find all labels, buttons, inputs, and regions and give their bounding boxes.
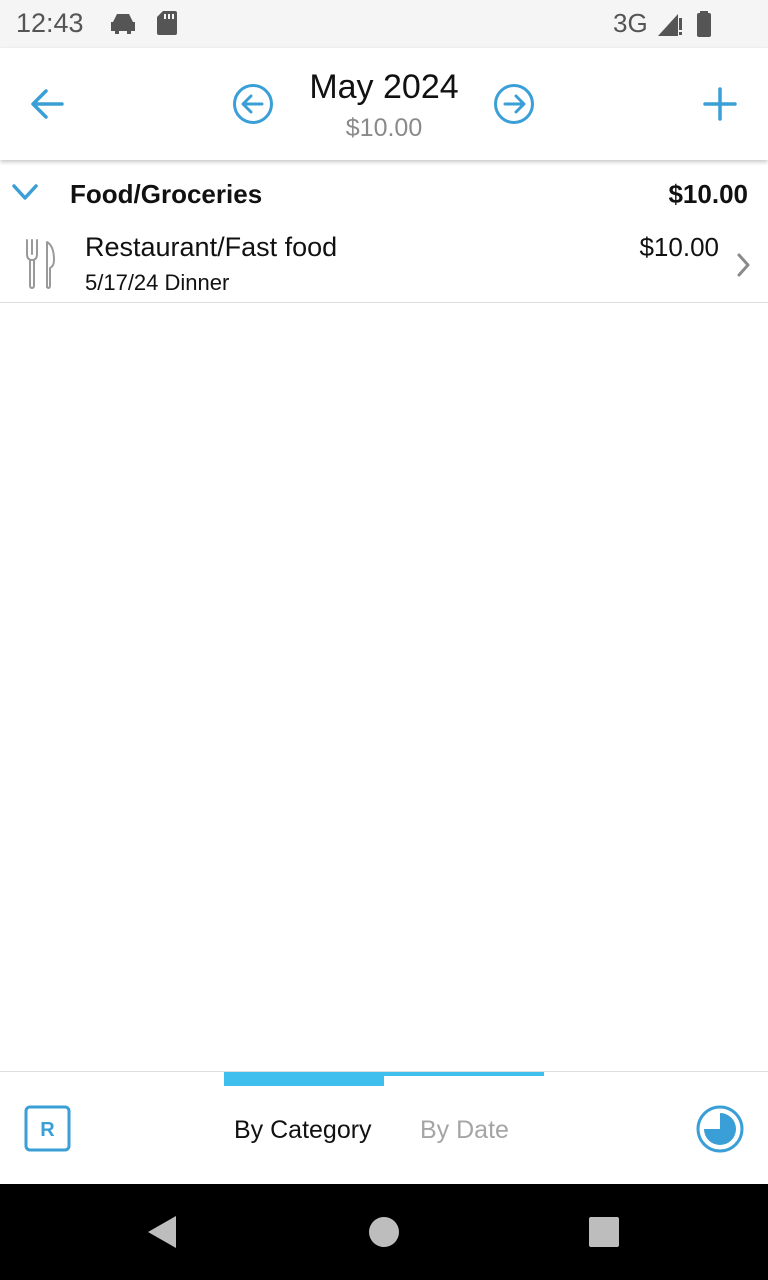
recurring-r-icon[interactable]: R: [24, 1105, 72, 1153]
pie-chart-icon[interactable]: [695, 1104, 745, 1154]
chevron-right-icon: [737, 253, 750, 277]
tab-by-date[interactable]: By Date: [420, 1116, 509, 1145]
next-month-icon[interactable]: [492, 82, 536, 126]
chevron-down-icon[interactable]: [11, 182, 39, 202]
status-bar: 12:43 3G: [0, 0, 768, 48]
category-row[interactable]: Food/Groceries $10.00: [0, 162, 768, 224]
battery-icon: [697, 11, 711, 37]
nav-home-icon[interactable]: [368, 1216, 400, 1248]
fork-knife-icon: [26, 239, 55, 290]
android-nav-bar: [0, 1184, 768, 1280]
back-arrow-icon[interactable]: [28, 84, 68, 124]
transaction-name: Restaurant/Fast food: [85, 232, 338, 262]
status-time: 12:43: [16, 8, 84, 38]
transaction-row[interactable]: Restaurant/Fast food 5/17/24 Dinner $10.…: [0, 224, 768, 303]
car-icon: [111, 14, 135, 34]
nav-recents-icon[interactable]: [588, 1216, 620, 1248]
add-icon[interactable]: [702, 86, 738, 122]
month-title: May 2024: [309, 68, 459, 106]
transaction-details: 5/17/24 Dinner: [85, 270, 230, 295]
category-name: Food/Groceries: [70, 179, 263, 209]
header: May 2024 $10.00: [0, 48, 768, 160]
nav-back-icon[interactable]: [144, 1214, 178, 1250]
network-type: 3G: [613, 8, 648, 38]
svg-text:R: R: [40, 1119, 55, 1141]
tab-by-category[interactable]: By Category: [234, 1116, 372, 1145]
transaction-amount: $10.00: [639, 232, 719, 262]
category-total: $10.00: [668, 179, 748, 209]
signal-icon: [658, 14, 682, 36]
active-tab-indicator: [224, 1072, 384, 1086]
sd-card-icon: [157, 11, 177, 35]
month-total: $10.00: [345, 114, 423, 142]
bottom-tab-bar: R By Category By Date: [0, 1071, 768, 1184]
